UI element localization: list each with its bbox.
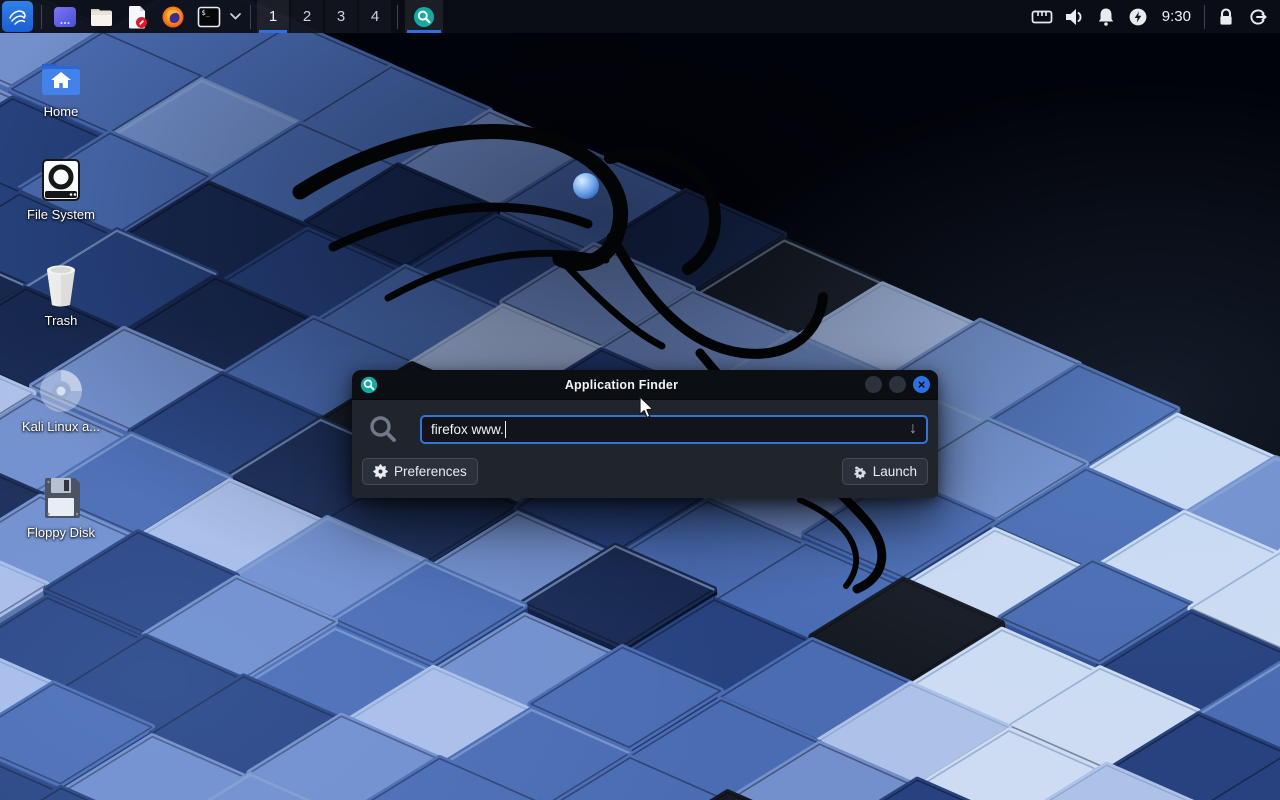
appfinder-window-icon: [360, 376, 378, 394]
clock[interactable]: 9:30: [1154, 0, 1199, 33]
kali-dragon-icon: [7, 6, 29, 28]
dropdown-arrow-icon[interactable]: ↓: [909, 421, 917, 437]
window-title: Application Finder: [378, 378, 865, 392]
launcher-dropdown-button[interactable]: [227, 3, 243, 31]
minimize-button[interactable]: [865, 376, 882, 393]
maximize-button[interactable]: [889, 376, 906, 393]
hard-drive-icon: [40, 158, 82, 202]
desktop-icon-label: Home: [0, 104, 122, 119]
mouse-cursor: [637, 396, 657, 420]
top-panel: $_ 1 2 3 4: [0, 0, 1280, 33]
panel-separator: [397, 5, 398, 29]
chevron-down-icon: [230, 13, 241, 20]
desktop-icon-floppy[interactable]: Floppy Disk: [0, 476, 122, 540]
applications-menu-button[interactable]: [2, 1, 33, 32]
lock-screen-button[interactable]: [1210, 0, 1242, 33]
notifications-tray-icon[interactable]: [1090, 0, 1122, 33]
close-icon: ×: [918, 378, 926, 391]
workspace-button-2[interactable]: 2: [291, 0, 323, 33]
close-button[interactable]: ×: [913, 376, 930, 393]
workspace-label: 4: [371, 8, 379, 25]
preferences-button-label: Preferences: [394, 464, 467, 479]
preferences-button[interactable]: Preferences: [362, 458, 478, 485]
panel-separator: [1204, 5, 1205, 29]
file-manager-launcher[interactable]: [87, 3, 115, 31]
floppy-disk-icon: [40, 476, 82, 520]
power-manager-tray-icon[interactable]: [1122, 0, 1154, 33]
panel-separator: [250, 5, 251, 29]
appfinder-task-icon: [413, 6, 435, 28]
volume-tray-icon[interactable]: [1058, 0, 1090, 33]
terminal-chooser-launcher[interactable]: $_: [195, 3, 223, 31]
text-caret: [505, 421, 507, 438]
workspace-button-4[interactable]: 4: [359, 0, 391, 33]
desktop-icon-label: Floppy Disk: [0, 525, 122, 540]
desktop-icon-trash[interactable]: Trash: [0, 262, 122, 328]
terminal-prompt-glyph: $_: [202, 9, 211, 17]
desktop-icon-label: Kali Linux a...: [0, 419, 122, 434]
document-icon: [126, 5, 149, 29]
launch-button[interactable]: Launch: [842, 458, 928, 485]
panel-separator: [41, 5, 42, 29]
workspace-label: 1: [269, 8, 277, 25]
desktop-icon-kali-docs[interactable]: Kali Linux a...: [0, 368, 122, 434]
workspace-button-3[interactable]: 3: [325, 0, 357, 33]
desktop-icon-filesystem[interactable]: File System: [0, 158, 122, 222]
text-editor-launcher[interactable]: [123, 3, 151, 31]
workspace-label: 2: [303, 8, 311, 25]
firefox-icon: [161, 5, 185, 29]
gear-icon: [373, 464, 388, 479]
folder-icon: [89, 6, 114, 28]
terminal-app-icon: [53, 5, 77, 29]
desktop-icon-home[interactable]: Home: [0, 57, 122, 119]
launch-button-label: Launch: [873, 464, 917, 479]
desktop-icon-label: Trash: [0, 313, 122, 328]
home-folder-icon: [38, 57, 84, 99]
cd-disc-icon: [38, 368, 84, 414]
search-icon: [366, 413, 400, 445]
taskbar-appfinder-button[interactable]: [405, 0, 443, 33]
terminal-prompt-icon: $_: [197, 5, 221, 29]
search-input-value: firefox www.: [431, 422, 504, 437]
trash-bin-icon: [40, 262, 82, 308]
workspace-label: 3: [337, 8, 345, 25]
search-input[interactable]: firefox www. ↓: [420, 415, 928, 444]
workspace-button-1[interactable]: 1: [257, 0, 289, 33]
application-finder-window: Application Finder × firefox www. ↓: [352, 370, 938, 498]
firefox-launcher[interactable]: [159, 3, 187, 31]
logout-button[interactable]: [1242, 0, 1274, 33]
launch-icon: [853, 465, 867, 479]
network-tray-icon[interactable]: [1026, 0, 1058, 33]
desktop-icon-label: File System: [0, 207, 122, 222]
terminal-launcher[interactable]: [51, 3, 79, 31]
